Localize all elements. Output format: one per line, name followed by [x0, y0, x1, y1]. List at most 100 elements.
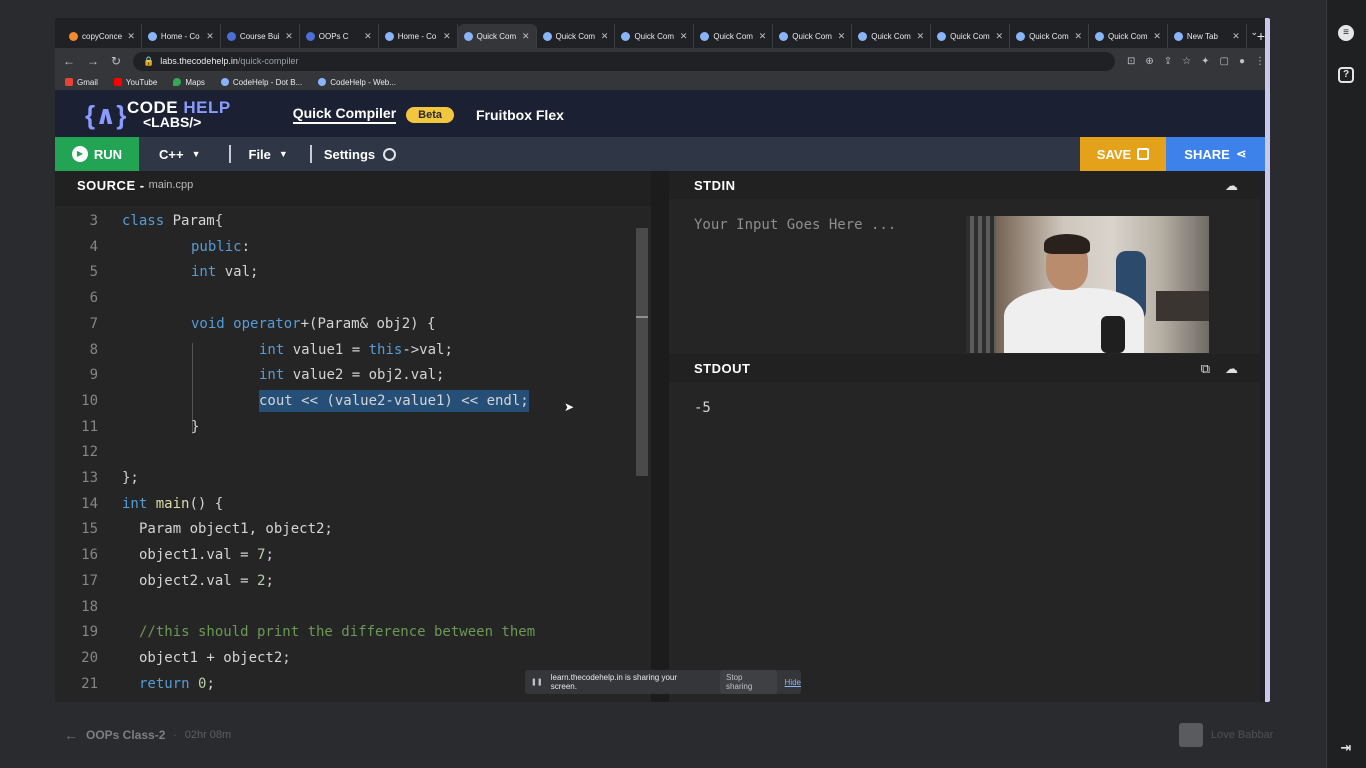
course-duration: 02hr 08m	[184, 729, 232, 741]
gmail-icon	[65, 78, 73, 86]
panel-splitter[interactable]	[651, 171, 669, 702]
favicon-icon	[621, 31, 631, 41]
close-tab-icon[interactable]: ✕	[1232, 31, 1240, 42]
close-tab-icon[interactable]: ✕	[1074, 31, 1082, 42]
menu-kebab-icon[interactable]: ⋮	[1255, 56, 1265, 67]
bookmark-item[interactable]: YouTube	[113, 78, 157, 87]
run-button[interactable]: ▶ RUN	[55, 137, 139, 171]
browser-tab[interactable]: New Tab ✕	[1168, 24, 1247, 48]
forward-icon[interactable]: →	[87, 54, 99, 68]
upload-cloud-icon[interactable]: ☁	[1225, 178, 1238, 194]
share-label: SHARE	[1184, 146, 1230, 162]
code-line: 15 Param object1, object2;	[55, 518, 635, 540]
browser-tab[interactable]: copyConce ✕	[63, 24, 142, 48]
code-text: int value2 = obj2.val;	[259, 367, 445, 384]
code-line: 7 void operator+(Param& obj2) {	[55, 313, 635, 335]
browser-tab[interactable]: Quick Com ✕	[773, 24, 853, 48]
language-select[interactable]: C++ ▼	[159, 147, 201, 162]
favicon-icon	[542, 31, 552, 41]
close-tab-icon[interactable]: ✕	[680, 31, 688, 42]
bookmark-item[interactable]: Gmail	[65, 78, 98, 87]
code-line: 12	[55, 441, 635, 463]
browser-tab[interactable]: Quick Com ✕	[852, 24, 932, 48]
save-button[interactable]: SAVE	[1080, 137, 1166, 171]
tab-label: Quick Com	[871, 31, 911, 41]
author-avatar	[1179, 723, 1203, 747]
bookmark-label: Maps	[185, 77, 205, 87]
ch-icon	[220, 78, 229, 86]
address-bar: ← → ↻ 🔒 labs.thecodehelp.in/quick-compil…	[55, 48, 1265, 74]
tab-search-icon[interactable]: ⌄	[1250, 27, 1258, 38]
extensions-icon[interactable]: ✦	[1201, 56, 1209, 67]
close-tab-icon[interactable]: ✕	[127, 31, 135, 42]
close-tab-icon[interactable]: ✕	[996, 31, 1004, 42]
line-number: 17	[81, 572, 98, 589]
exit-icon[interactable]: ⇥	[1338, 741, 1354, 758]
line-number: 11	[81, 418, 98, 435]
sidepanel-icon[interactable]: ▢	[1220, 56, 1229, 67]
browser-tab[interactable]: Course Bui ✕	[221, 24, 300, 48]
bookmark-item[interactable]: CodeHelp - Dot B...	[220, 78, 302, 87]
nav-quick-compiler[interactable]: Quick Compiler	[292, 105, 397, 124]
bookmark-star-icon[interactable]: ☆	[1182, 56, 1191, 67]
url-field[interactable]: 🔒 labs.thecodehelp.in/quick-compiler	[133, 51, 1115, 71]
copy-icon[interactable]: ⧉	[1201, 361, 1210, 377]
browser-tab[interactable]: OOPs C ✕	[300, 24, 379, 48]
favicon-icon	[700, 31, 710, 41]
close-tab-icon[interactable]: ✕	[759, 31, 767, 42]
close-tab-icon[interactable]: ✕	[443, 31, 451, 42]
chat-icon[interactable]: ≡	[1338, 25, 1354, 41]
close-tab-icon[interactable]: ✕	[838, 31, 846, 42]
reload-icon[interactable]: ↻	[111, 54, 121, 68]
close-tab-icon[interactable]: ✕	[206, 31, 214, 42]
close-tab-icon[interactable]: ✕	[285, 31, 293, 42]
play-icon: ▶	[71, 146, 88, 162]
tab-label: Home - Co	[160, 31, 200, 41]
stdin-placeholder: Your Input Goes Here ...	[694, 217, 897, 233]
codehelp-logo-icon: {∧}	[85, 99, 127, 130]
frame-scrollbar	[1265, 18, 1270, 702]
close-tab-icon[interactable]: ✕	[522, 31, 530, 42]
profile-avatar[interactable]: ●	[1239, 56, 1245, 67]
code-line: 11}	[55, 416, 635, 438]
browser-tab[interactable]: Quick Com ✕	[457, 24, 537, 48]
back-arrow-icon[interactable]: ←	[64, 727, 78, 743]
file-menu[interactable]: File ▼	[249, 147, 288, 162]
browser-tab[interactable]: Home - Co ✕	[142, 24, 221, 48]
nav-fruitbox-flex[interactable]: Fruitbox Flex	[476, 107, 564, 123]
browser-tab[interactable]: Quick Com ✕	[1089, 24, 1168, 48]
close-tab-icon[interactable]: ✕	[364, 31, 372, 42]
new-tab-plus-icon[interactable]: +	[1257, 28, 1265, 44]
toolbar-divider	[309, 145, 312, 163]
help-icon[interactable]: ?	[1338, 67, 1354, 83]
back-icon[interactable]: ←	[63, 54, 75, 68]
browser-tab[interactable]: Quick Com ✕	[931, 24, 1011, 48]
stop-sharing-button[interactable]: Stop sharing	[720, 670, 777, 694]
line-number: 4	[89, 238, 98, 255]
favicon-icon	[463, 31, 473, 41]
install-icon[interactable]: ⊡	[1127, 56, 1135, 67]
share-button[interactable]: SHARE ⋖	[1166, 137, 1265, 171]
hide-link[interactable]: Hide	[785, 678, 801, 687]
browser-tab[interactable]: Home - Co ✕	[379, 24, 458, 48]
zoom-icon[interactable]: ⊕	[1145, 56, 1153, 67]
browser-tab[interactable]: Quick Com ✕	[537, 24, 616, 48]
bookmark-item[interactable]: Maps	[173, 78, 205, 87]
code-editor[interactable]: 3 class Param{4 public: 5 int val; 6 7 void ope…	[55, 206, 651, 702]
browser-tab[interactable]: Quick Com ✕	[694, 24, 774, 48]
share-page-icon[interactable]: ⇪	[1164, 56, 1172, 67]
favicon-icon	[384, 31, 394, 41]
browser-tab[interactable]: Quick Com ✕	[1010, 24, 1089, 48]
code-line: 13};	[55, 467, 635, 489]
url-path: /quick-compiler	[237, 56, 299, 66]
browser-tab[interactable]: Quick Com ✕	[615, 24, 695, 48]
close-tab-icon[interactable]: ✕	[601, 31, 609, 42]
close-tab-icon[interactable]: ✕	[917, 31, 925, 42]
tab-label: Course Bui	[239, 31, 280, 41]
close-tab-icon[interactable]: ✕	[1153, 31, 1161, 42]
editor-scrollbar[interactable]	[636, 228, 648, 476]
bookmark-item[interactable]: CodeHelp - Web...	[318, 78, 396, 87]
download-cloud-icon[interactable]: ☁	[1225, 361, 1238, 377]
codehelp-logo[interactable]: {∧} CODE HELP <LABS/>	[85, 98, 231, 132]
settings-button[interactable]: Settings	[324, 147, 397, 162]
